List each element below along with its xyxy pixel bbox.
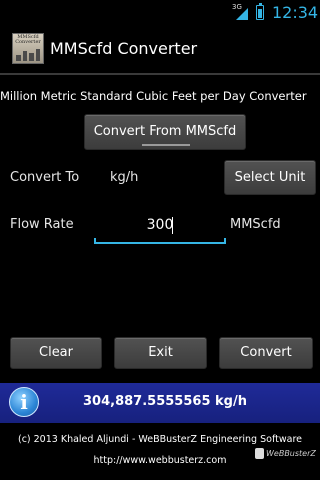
status-clock: 12:34	[272, 3, 319, 22]
watermark-text: WeBBusterZ	[266, 449, 316, 458]
select-unit-button[interactable]: Select Unit	[224, 160, 316, 195]
button-indicator	[142, 144, 190, 146]
footer-copyright: (c) 2013 Khaled Aljundi - WeBBusterZ Eng…	[17, 434, 302, 445]
text-cursor	[172, 217, 173, 234]
input-underline	[94, 242, 226, 244]
result-bar: i 304,887.5555565 kg/h	[0, 383, 320, 423]
status-bar: 3G 12:34	[0, 0, 320, 25]
result-text: 304,887.5555565 kg/h	[83, 394, 247, 409]
convert-to-label: Convert To	[10, 170, 80, 185]
flow-rate-value: 300	[146, 217, 174, 233]
input-underline-right-tick	[224, 238, 226, 244]
app-icon: MMScfd Converter	[12, 33, 44, 64]
convert-to-unit: kg/h	[110, 170, 139, 185]
app-title: MMScfd Converter	[50, 39, 198, 58]
input-underline-left-tick	[94, 238, 96, 244]
exit-button[interactable]: Exit	[114, 337, 207, 369]
watermark-logo: WeBBusterZ	[255, 448, 316, 459]
flow-rate-input[interactable]: 300	[94, 212, 226, 246]
signal-icon	[236, 8, 248, 20]
flow-rate-label: Flow Rate	[10, 217, 74, 232]
convert-from-button-label: Convert From MMScfd	[93, 124, 237, 139]
battery-icon	[256, 3, 264, 20]
subtitle: Million Metric Standard Cubic Feet per D…	[0, 89, 307, 103]
watermark-icon	[255, 448, 264, 459]
title-bar: MMScfd Converter MMScfd Converter	[0, 25, 320, 75]
flow-rate-unit: MMScfd	[230, 217, 281, 232]
clear-button[interactable]: Clear	[10, 337, 102, 369]
convert-from-button[interactable]: Convert From MMScfd	[84, 114, 246, 150]
convert-button[interactable]: Convert	[219, 337, 313, 369]
app-icon-label: MMScfd Converter	[15, 34, 41, 45]
